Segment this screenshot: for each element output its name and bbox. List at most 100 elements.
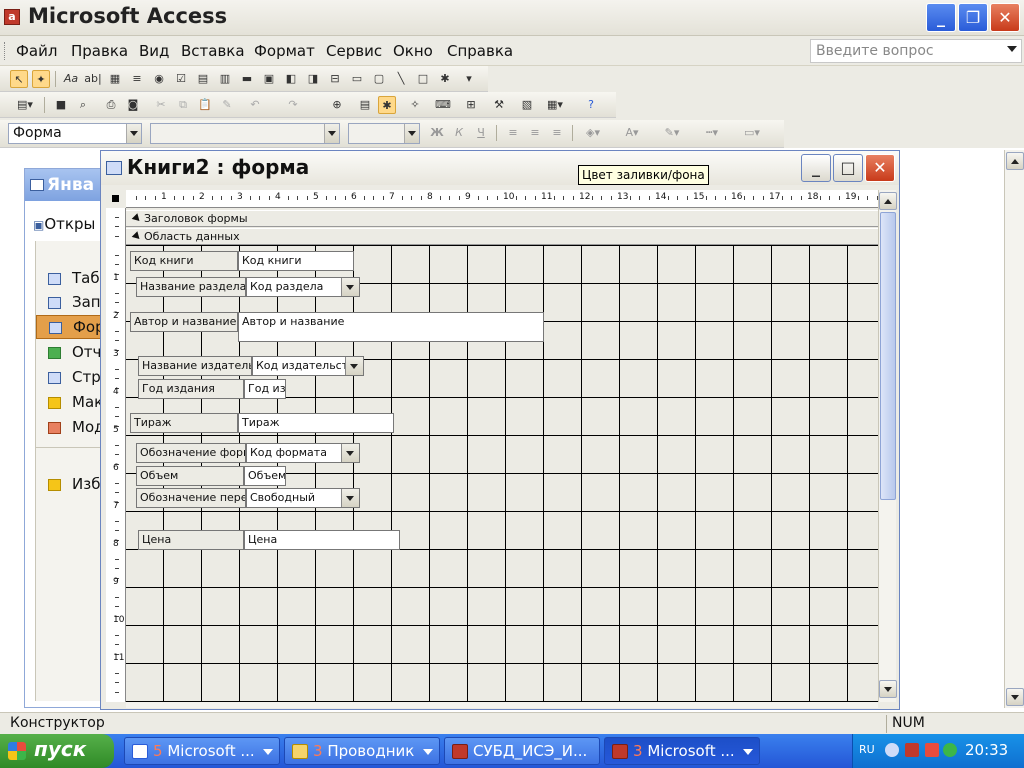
combo-publisher-code[interactable]: Код издательства [252, 356, 364, 376]
start-button[interactable]: пуск [0, 734, 114, 768]
form-maximize-button[interactable]: □ [833, 154, 863, 182]
combo-binding[interactable]: Свободный [246, 488, 360, 508]
task-access-app[interactable]: 3 Microsoft ... [604, 737, 760, 765]
menu-view[interactable]: Вид [139, 42, 169, 60]
access-app-icon[interactable]: a [4, 9, 20, 25]
textbox-circulation[interactable]: Тираж [238, 413, 394, 433]
hyperlink-icon[interactable]: ⊕ [328, 96, 346, 114]
chevron-down-icon[interactable] [324, 124, 339, 143]
combo-box-tool-icon[interactable]: ▤ [194, 70, 212, 88]
open-button[interactable]: ▣Откры [33, 215, 95, 233]
label-section-name[interactable]: Название раздела [136, 277, 246, 297]
textbox-price[interactable]: Цена [244, 530, 400, 550]
control-wizards-icon[interactable]: ✦ [32, 70, 50, 88]
align-right-icon[interactable]: ≡ [548, 124, 566, 142]
database-window-icon[interactable]: ▧ [518, 96, 536, 114]
back-arrow-icon[interactable] [885, 743, 899, 757]
language-indicator[interactable]: RU [859, 743, 875, 756]
line-tool-icon[interactable]: ╲ [392, 70, 410, 88]
new-object-icon[interactable]: ▦▾ [540, 96, 570, 114]
font-color-icon[interactable]: A▾ [616, 124, 648, 142]
chevron-down-icon[interactable] [404, 124, 419, 143]
minimize-button[interactable]: _ [926, 3, 956, 32]
label-author-title[interactable]: Автор и название [130, 312, 238, 332]
redo-icon[interactable]: ↷ [284, 96, 302, 114]
task-access-doc[interactable]: СУБД_ИСЭ_И... [444, 737, 600, 765]
label-format[interactable]: Обозначение формата [136, 443, 246, 463]
view-icon[interactable]: ▤▾ [10, 96, 40, 114]
more-controls-icon[interactable]: ✱ [436, 70, 454, 88]
list-box-tool-icon[interactable]: ▥ [216, 70, 234, 88]
label-tool-icon[interactable]: Aa [62, 70, 80, 88]
objects-favorites[interactable]: Изб [36, 473, 110, 497]
underline-icon[interactable]: Ч [472, 124, 490, 142]
image-tool-icon[interactable]: ▣ [260, 70, 278, 88]
objects-pages[interactable]: Стр [36, 366, 110, 390]
scroll-up-icon[interactable] [1006, 152, 1024, 170]
menu-edit[interactable]: Правка [71, 42, 128, 60]
save-icon[interactable]: ■ [52, 96, 70, 114]
close-button[interactable]: ✕ [990, 3, 1020, 32]
objects-macros[interactable]: Мак [36, 391, 110, 415]
paste-icon[interactable]: 📋 [196, 96, 214, 114]
pdf-icon[interactable] [905, 743, 919, 757]
label-price[interactable]: Цена [138, 530, 244, 550]
form-selector[interactable] [106, 190, 126, 208]
label-publisher-name[interactable]: Название издательства [138, 356, 252, 376]
menu-insert[interactable]: Вставка [181, 42, 245, 60]
form-icon[interactable] [106, 161, 122, 175]
ask-question-input[interactable]: Введите вопрос [810, 39, 1022, 63]
italic-icon[interactable]: К [450, 124, 468, 142]
rectangle-tool-icon[interactable]: □ [414, 70, 432, 88]
menu-help[interactable]: Справка [447, 42, 513, 60]
print-icon[interactable]: ⎙ [102, 96, 120, 114]
scroll-down-icon[interactable] [879, 680, 897, 698]
chevron-down-icon[interactable] [341, 444, 359, 462]
object-combo[interactable]: Форма [8, 123, 142, 144]
objects-tables[interactable]: Таб [36, 267, 110, 291]
scroll-up-icon[interactable] [879, 192, 897, 210]
network-icon[interactable] [943, 743, 957, 757]
toolbox-icon[interactable]: ✱ [378, 96, 396, 114]
menu-window[interactable]: Окно [393, 42, 433, 60]
font-size-combo[interactable] [348, 123, 420, 144]
chevron-down-icon[interactable] [1007, 46, 1017, 52]
chevron-down-icon[interactable] [341, 489, 359, 507]
help-icon[interactable]: ? [582, 96, 600, 114]
combo-format-code[interactable]: Код формата [246, 443, 360, 463]
chevron-down-icon[interactable] [341, 278, 359, 296]
properties-icon[interactable]: ⊞ [462, 96, 480, 114]
bound-object-icon[interactable]: ◨ [304, 70, 322, 88]
option-group-icon[interactable]: ▦ [106, 70, 124, 88]
label-volume[interactable]: Объем [136, 466, 244, 486]
checkbox-tool-icon[interactable]: ☑ [172, 70, 190, 88]
align-center-icon[interactable]: ≡ [526, 124, 544, 142]
undo-icon[interactable]: ↶ [246, 96, 264, 114]
subform-icon[interactable]: ▢ [370, 70, 388, 88]
chevron-down-icon[interactable] [126, 124, 141, 143]
chevron-down-icon[interactable] [345, 357, 363, 375]
bold-icon[interactable]: Ж [428, 124, 446, 142]
form-close-button[interactable]: ✕ [865, 154, 895, 182]
option-button-icon[interactable]: ◉ [150, 70, 168, 88]
task-word[interactable]: 5 Microsoft ... [124, 737, 280, 765]
label-circulation[interactable]: Тираж [130, 413, 238, 433]
scroll-down-icon[interactable] [1006, 688, 1024, 706]
objects-modules[interactable]: Мод [36, 416, 110, 440]
select-objects-icon[interactable]: ↖ [10, 70, 28, 88]
format-painter-icon[interactable]: ✎ [218, 96, 236, 114]
menu-grip[interactable] [4, 42, 7, 60]
objects-forms[interactable]: Фор [36, 315, 110, 339]
label-book-code[interactable]: Код книги [130, 251, 238, 271]
form-minimize-button[interactable]: _ [801, 154, 831, 182]
file-search-icon[interactable]: ⌕ [74, 96, 92, 114]
line-color-icon[interactable]: ✎▾ [656, 124, 688, 142]
restore-button[interactable]: ❐ [958, 3, 988, 32]
label-year[interactable]: Год издания [138, 379, 244, 399]
fill-color-icon[interactable]: ◈▾ [578, 124, 608, 142]
autoformat-icon[interactable]: ✧ [406, 96, 424, 114]
build-icon[interactable]: ⚒ [490, 96, 508, 114]
tab-control-icon[interactable]: ▭ [348, 70, 366, 88]
command-button-icon[interactable]: ▬ [238, 70, 256, 88]
field-list-icon[interactable]: ▤ [356, 96, 374, 114]
